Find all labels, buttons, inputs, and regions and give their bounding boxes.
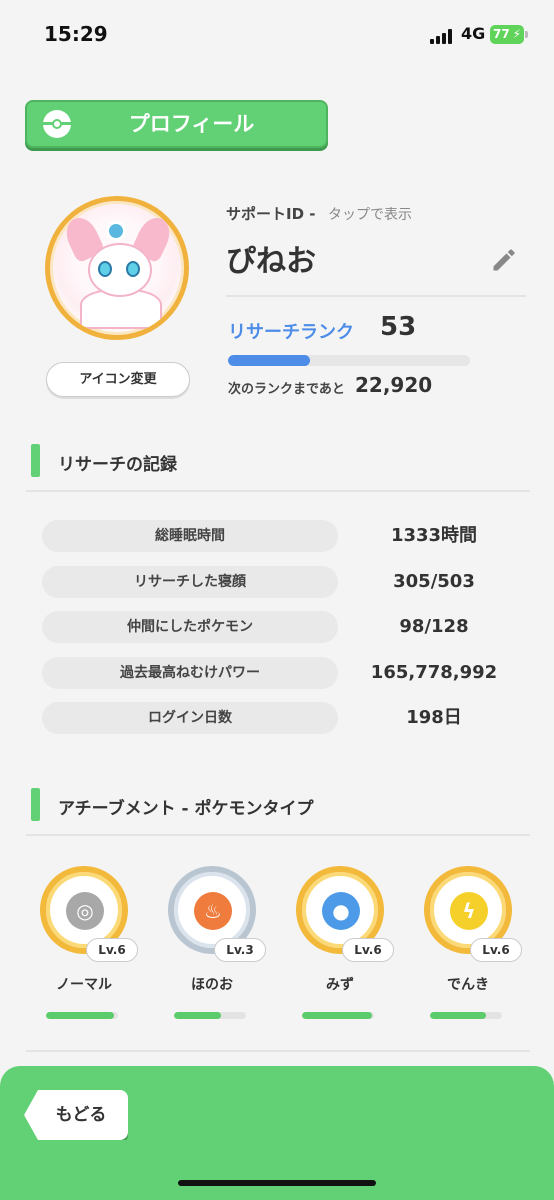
section-accent xyxy=(31,444,40,477)
battery-level: 77 xyxy=(493,27,510,41)
record-row: 過去最高ねむけパワー 165,778,992 xyxy=(42,657,502,689)
avatar-eye xyxy=(126,261,140,277)
footer-bar: もどる xyxy=(0,1066,554,1200)
records-section-header: リサーチの記録 xyxy=(26,444,530,492)
record-label: 過去最高ねむけパワー xyxy=(42,657,338,689)
record-label: 仲間にしたポケモン xyxy=(42,611,338,643)
medal-progress-fill xyxy=(174,1012,221,1019)
record-value: 1333時間 xyxy=(390,525,478,546)
medal-progress-fill xyxy=(302,1012,372,1019)
status-time: 15:29 xyxy=(44,22,108,46)
fire-type-icon: ♨ xyxy=(194,892,232,930)
medal-name: みず xyxy=(326,977,354,993)
record-row: リサーチした寝顔 305/503 xyxy=(42,566,502,598)
record-value: 165,778,992 xyxy=(370,662,498,683)
page-title: プロフィール xyxy=(128,112,255,136)
medal-progress-bar xyxy=(430,1012,502,1019)
medal-level: Lv.6 xyxy=(470,938,522,962)
water-type-icon: ● xyxy=(322,892,360,930)
research-rank-label: リサーチランク xyxy=(228,322,354,343)
medal-water[interactable]: ● Lv.6 みず xyxy=(296,866,396,1019)
normal-type-icon: ◎ xyxy=(66,892,104,930)
section-accent xyxy=(31,788,40,821)
profile-header: プロフィール xyxy=(25,100,328,148)
signal-icon xyxy=(430,28,456,44)
back-button[interactable]: もどる xyxy=(24,1090,128,1140)
rank-progress-fill xyxy=(228,355,311,366)
achievements-section-header: アチーブメント - ポケモンタイプ xyxy=(26,788,530,836)
medal-level: Lv.3 xyxy=(214,938,266,962)
record-row: ログイン日数 198日 xyxy=(42,702,502,734)
divider xyxy=(226,295,526,297)
medal-progress-fill xyxy=(430,1012,487,1019)
support-id-label: サポートID - xyxy=(226,205,316,223)
record-label: ログイン日数 xyxy=(42,702,338,734)
medal-progress-bar xyxy=(46,1012,118,1019)
edit-icon[interactable] xyxy=(490,246,518,274)
medal-name: ほのお xyxy=(191,977,233,993)
avatar-bow xyxy=(106,221,126,241)
home-indicator[interactable] xyxy=(178,1180,376,1186)
record-row: 仲間にしたポケモン 98/128 xyxy=(42,611,502,643)
support-id-reveal[interactable]: タップで表示 xyxy=(328,204,412,224)
record-value: 305/503 xyxy=(393,571,475,592)
record-label: リサーチした寝顔 xyxy=(42,566,338,598)
next-rank-value: 22,920 xyxy=(355,373,433,397)
medal-fire[interactable]: ♨ Lv.3 ほのお xyxy=(168,866,268,1019)
medal-electric[interactable]: ϟ Lv.6 でんき xyxy=(424,866,524,1019)
avatar-eye xyxy=(98,261,112,277)
medal-progress-fill xyxy=(46,1012,115,1019)
medal-progress-bar xyxy=(174,1012,246,1019)
divider xyxy=(26,1050,530,1052)
electric-type-icon: ϟ xyxy=(450,892,488,930)
medal-normal[interactable]: ◎ Lv.6 ノーマル xyxy=(40,866,140,1019)
record-value: 98/128 xyxy=(399,616,469,637)
medal-progress-bar xyxy=(302,1012,374,1019)
player-name: ぴねお xyxy=(226,244,316,279)
record-label: 総睡眠時間 xyxy=(42,520,338,552)
next-rank-label: 次のランクまであと xyxy=(228,382,345,397)
section-title: リサーチの記録 xyxy=(58,455,177,475)
battery-icon: 77 ⚡ xyxy=(490,25,528,44)
avatar[interactable] xyxy=(45,196,189,340)
medal-name: でんき xyxy=(447,977,489,993)
medal-level: Lv.6 xyxy=(86,938,138,962)
medal-level: Lv.6 xyxy=(342,938,394,962)
record-value: 198日 xyxy=(406,707,462,728)
section-title: アチーブメント - ポケモンタイプ xyxy=(58,799,314,819)
rank-progress-bar xyxy=(228,355,470,366)
icon-change-button[interactable]: アイコン変更 xyxy=(46,362,190,397)
research-rank-value: 53 xyxy=(380,312,417,342)
status-bar: 15:29 4G 77 ⚡ xyxy=(0,0,554,70)
record-row: 総睡眠時間 1333時間 xyxy=(42,520,502,552)
medal-name: ノーマル xyxy=(56,977,112,993)
network-label: 4G xyxy=(461,24,486,43)
